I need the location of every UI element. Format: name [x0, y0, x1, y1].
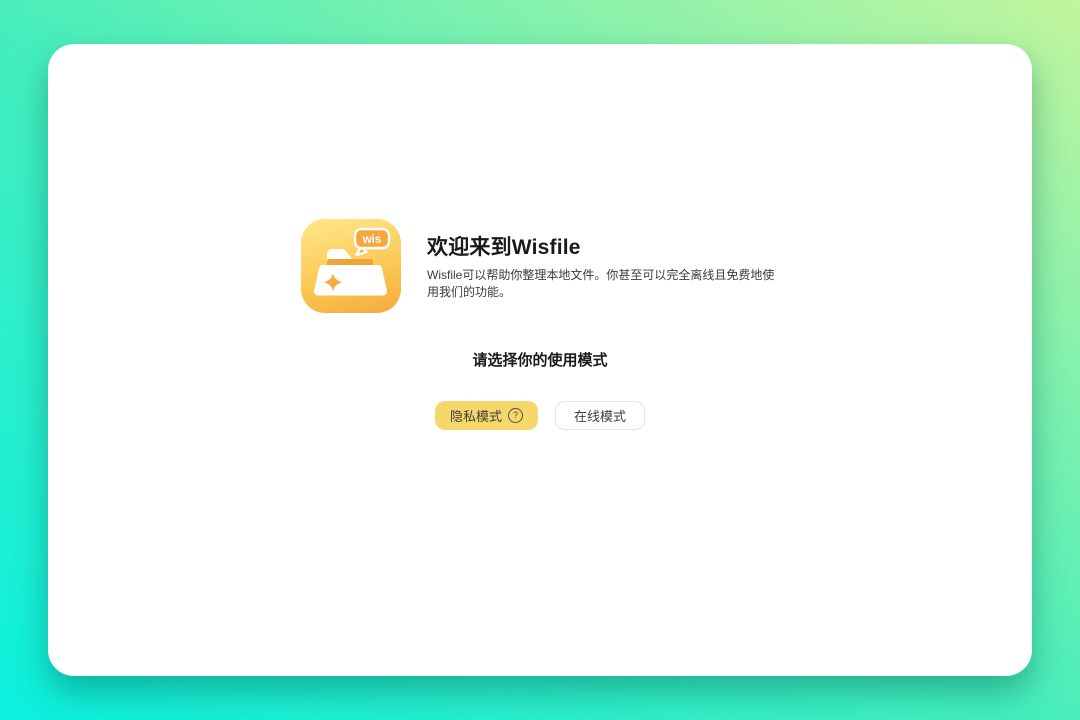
welcome-card: wis 欢迎来到Wisfile Wisfile可以帮助你整理本地文件。你甚至可以…: [48, 44, 1032, 676]
mode-selection-heading: 请选择你的使用模式: [472, 349, 607, 370]
hero-section: wis 欢迎来到Wisfile Wisfile可以帮助你整理本地文件。你甚至可以…: [301, 219, 779, 313]
welcome-description: Wisfile可以帮助你整理本地文件。你甚至可以完全离线且免费地使用我们的功能。: [427, 267, 779, 301]
folder-icon: wis: [301, 219, 401, 313]
privacy-mode-label: 隐私模式: [450, 406, 502, 425]
mode-buttons-row: 隐私模式 ? 在线模式: [435, 401, 645, 430]
online-mode-button[interactable]: 在线模式: [555, 401, 645, 430]
desktop-background: { "hero": { "app_icon": { "bubble_text":…: [0, 0, 1080, 720]
privacy-mode-button[interactable]: 隐私模式 ?: [435, 401, 538, 430]
hero-text-block: 欢迎来到Wisfile Wisfile可以帮助你整理本地文件。你甚至可以完全离线…: [427, 231, 779, 301]
svg-text:wis: wis: [362, 234, 382, 246]
wis-bubble-icon: wis: [355, 229, 389, 255]
welcome-title: 欢迎来到Wisfile: [427, 231, 779, 261]
wisfile-app-icon: wis: [301, 219, 401, 313]
online-mode-label: 在线模式: [574, 406, 626, 425]
help-circle-icon[interactable]: ?: [508, 408, 523, 423]
